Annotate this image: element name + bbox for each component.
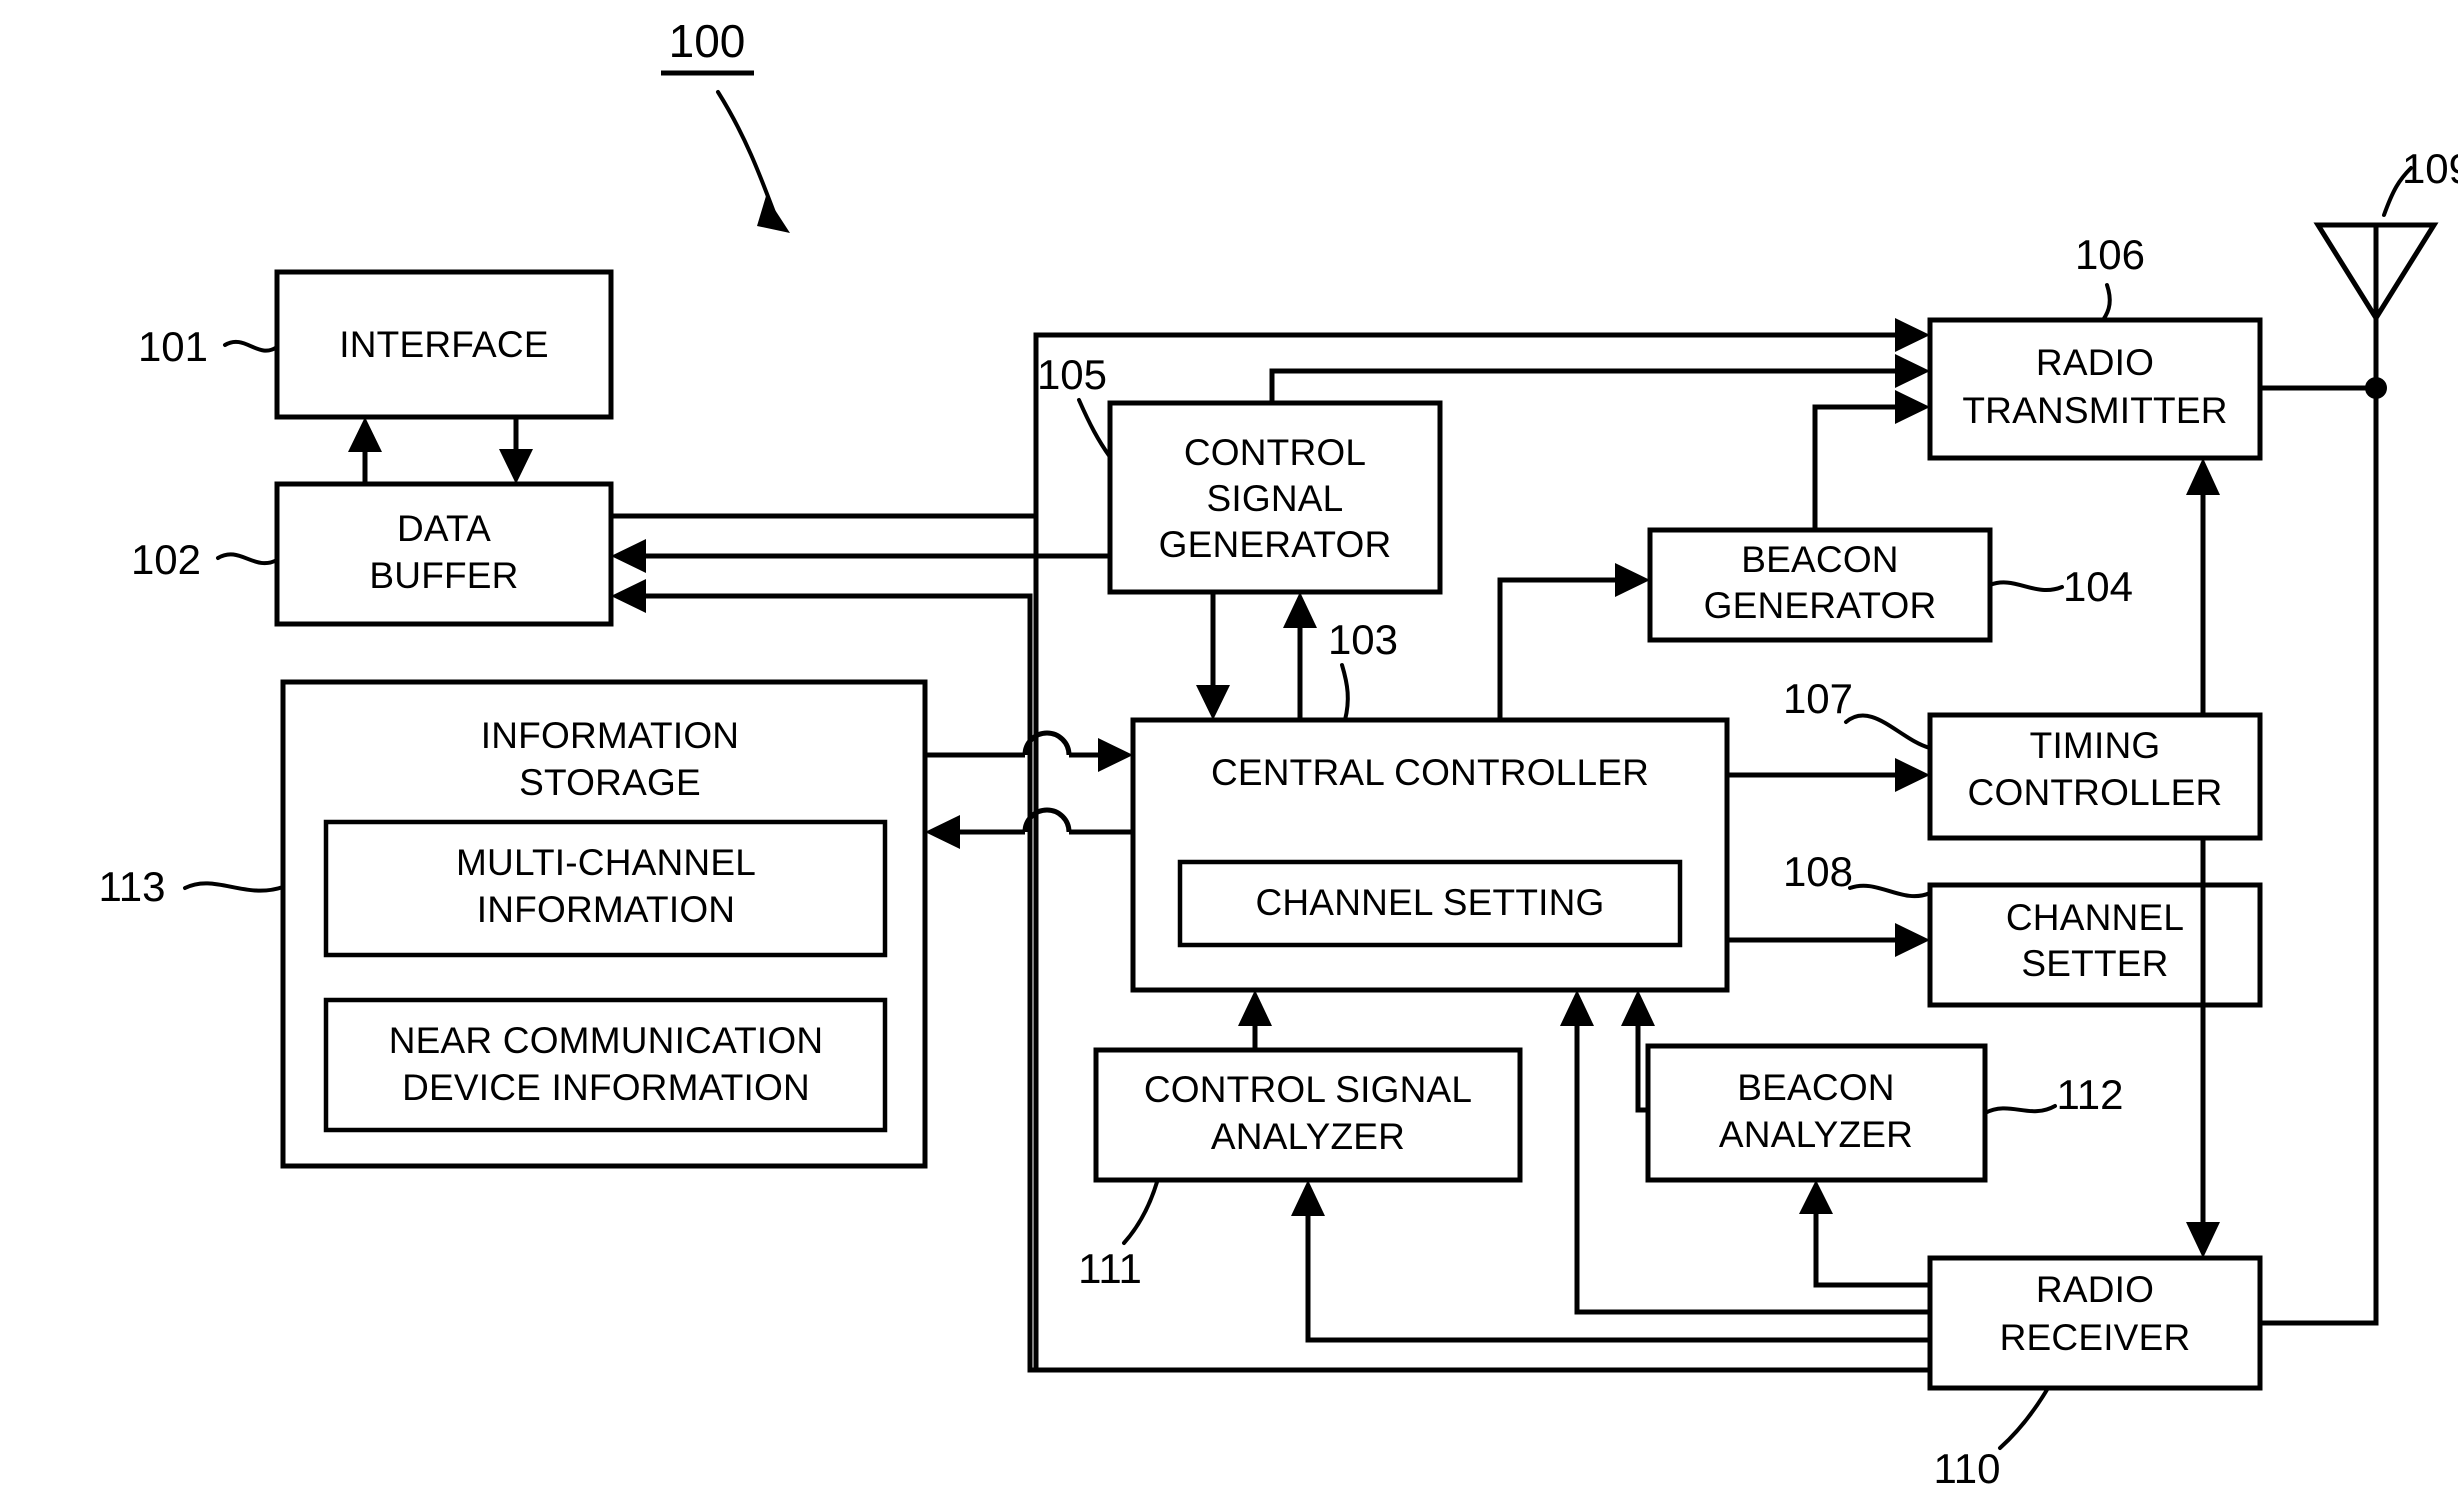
label-interface: INTERFACE: [339, 324, 548, 365]
label-ctrl-sig-gen-line2: SIGNAL: [1207, 478, 1344, 519]
label-radio-tx-line2: TRANSMITTER: [1962, 390, 2227, 431]
arrow-radioreceiver-to-ctrlsiganalyzer: [1291, 1180, 1325, 1216]
label-beacon-analyzer-line2: ANALYZER: [1719, 1114, 1913, 1155]
arrow-centralctrl-to-beacongen: [1615, 563, 1650, 597]
wire-centralctrl-to-beacongen: [1497, 577, 1625, 720]
leader-106: [2101, 283, 2112, 322]
leader-103: [1340, 663, 1350, 722]
ref-107: 107: [1783, 675, 1853, 722]
arrow-ctrlsiggen-to-databuffer: [611, 539, 646, 573]
ref-105: 105: [1037, 351, 1107, 398]
arrow-interface-to-databuffer: [499, 449, 533, 484]
leader-101: [223, 339, 279, 353]
ref-101: 101: [138, 323, 208, 370]
leader-105: [1077, 398, 1112, 459]
label-channel-setting: CHANNEL SETTING: [1255, 882, 1604, 923]
label-channel-setter-line1: CHANNEL: [2006, 897, 2184, 938]
figure-number: 100: [669, 15, 746, 67]
label-data-buffer-line2: BUFFER: [369, 555, 518, 596]
label-near-comm-line2: DEVICE INFORMATION: [402, 1067, 810, 1108]
arrow-centralctrl-to-infostorage: [925, 815, 960, 849]
arrow-timingctrl-to-radiotransmitter: [2186, 458, 2220, 495]
leader-107: [1844, 713, 1932, 750]
leader-108: [1848, 883, 1932, 899]
leader-112: [1983, 1104, 2057, 1115]
arrow-centralctrl-to-ctrlsiggen: [1283, 592, 1317, 628]
label-radio-rx-line2: RECEIVER: [2000, 1317, 2191, 1358]
leader-104: [1988, 580, 2064, 593]
label-multi-channel-line2: INFORMATION: [477, 889, 735, 930]
arrow-ctrlsiggen-to-centralctrl: [1196, 685, 1230, 720]
label-radio-rx-line1: RADIO: [2036, 1269, 2154, 1310]
label-information-storage-line2: STORAGE: [519, 762, 701, 803]
leader-110: [1998, 1386, 2050, 1450]
arrow-beaconanalyzer-to-centralctrl: [1621, 990, 1655, 1026]
arrow-infostorage-to-centralctrl: [1098, 738, 1133, 772]
arrow-centralctrl-to-timingctrl: [1895, 758, 1930, 792]
leader-113: [183, 881, 285, 893]
arrow-radioreceiver-to-databuffer: [611, 579, 646, 613]
ref-108: 108: [1783, 848, 1853, 895]
arrow-databuffer-to-interface: [348, 417, 382, 452]
arrow-radioreceiver-to-beaconanalyzer: [1799, 1180, 1833, 1214]
arrow-radioreceiver-to-centralctrl: [1560, 990, 1594, 1026]
label-ctrl-sig-analyzer-line2: ANALYZER: [1211, 1116, 1405, 1157]
wire-beacongen-to-radiotransmitter: [1812, 404, 1905, 530]
figure-leader-line: [716, 90, 777, 217]
label-channel-setter-line2: SETTER: [2021, 943, 2168, 984]
leader-102: [216, 552, 279, 566]
ref-113: 113: [99, 863, 166, 910]
leader-111: [1122, 1180, 1159, 1245]
label-ctrl-sig-gen-line1: CONTROL: [1184, 432, 1366, 473]
ref-106: 106: [2075, 231, 2145, 278]
label-ctrl-sig-analyzer-line1: CONTROL SIGNAL: [1144, 1069, 1472, 1110]
label-beacon-gen-line1: BEACON: [1741, 539, 1898, 580]
label-radio-tx-line1: RADIO: [2036, 342, 2154, 383]
ref-103: 103: [1328, 616, 1398, 663]
arrow-ctrlsiggen-to-radiotransmitter: [1895, 354, 1930, 388]
wire-antenna-to-radioreceiver: [2260, 388, 2379, 1326]
arrow-timingctrl-to-radioreceiver: [2186, 1222, 2220, 1258]
label-ctrl-sig-gen-line3: GENERATOR: [1159, 524, 1392, 565]
arrow-databuffer-to-radiotransmitter: [1895, 318, 1930, 352]
ref-110: 110: [1934, 1445, 2001, 1492]
block-diagram-canvas: 100 INTERFACE DATA BUFFER INFORMATION ST…: [99, 15, 2458, 1492]
patent-figure-root: 100 INTERFACE DATA BUFFER INFORMATION ST…: [0, 0, 2458, 1511]
label-central-controller: CENTRAL CONTROLLER: [1211, 752, 1649, 793]
label-information-storage-line1: INFORMATION: [481, 715, 739, 756]
label-timing-ctrl-line1: TIMING: [2030, 725, 2161, 766]
arrow-ctrlsiganalyzer-to-centralctrl: [1238, 990, 1272, 1026]
ref-112: 112: [2057, 1071, 2124, 1118]
ref-102: 102: [131, 536, 201, 583]
ref-111: 111: [1078, 1245, 1142, 1292]
label-beacon-gen-line2: GENERATOR: [1704, 585, 1937, 626]
label-multi-channel-line1: MULTI-CHANNEL: [456, 842, 756, 883]
label-beacon-analyzer-line1: BEACON: [1737, 1067, 1894, 1108]
wire-radioreceiver-to-ctrlsiganalyzer: [1305, 1212, 1930, 1343]
label-near-comm-line1: NEAR COMMUNICATION: [389, 1020, 824, 1061]
arrow-beacongen-to-radiotransmitter: [1895, 390, 1930, 424]
label-timing-ctrl-line2: CONTROLLER: [1968, 772, 2223, 813]
wire-radioreceiver-to-beaconanalyzer: [1813, 1210, 1930, 1288]
arrow-centralctrl-to-channelsetter: [1895, 923, 1930, 957]
ref-109: 109: [2402, 145, 2458, 192]
label-data-buffer-line1: DATA: [397, 508, 491, 549]
ref-104: 104: [2063, 563, 2133, 610]
figure-leader-arrowhead: [757, 196, 790, 233]
